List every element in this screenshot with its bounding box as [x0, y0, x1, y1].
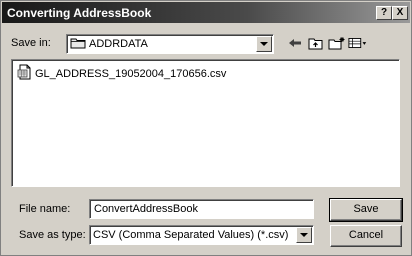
new-folder-button[interactable]: [327, 34, 347, 52]
save-in-row: Save in:: [11, 32, 51, 54]
save-in-label: Save in:: [11, 37, 51, 49]
save-as-type-dropdown[interactable]: CSV (Comma Separated Values) (*.csv): [89, 225, 314, 245]
save-as-type-value: CSV (Comma Separated Values) (*.csv): [93, 229, 289, 241]
close-button[interactable]: X: [392, 5, 408, 20]
csv-file-icon: [17, 64, 33, 83]
up-folder-icon: [308, 38, 323, 50]
list-item[interactable]: GL_ADDRESS_19052004_170656.csv: [17, 64, 226, 83]
view-menu-button[interactable]: [348, 34, 368, 52]
save-dialog: Converting AddressBook ? X Save in: ADDR…: [0, 0, 412, 256]
chevron-down-icon: [260, 42, 268, 46]
file-name-input[interactable]: ConvertAddressBook: [89, 199, 314, 219]
folder-icon: [70, 37, 86, 52]
cancel-button[interactable]: Cancel: [330, 225, 402, 247]
back-button[interactable]: [285, 34, 305, 52]
save-in-dropdown[interactable]: ADDRDATA: [66, 34, 274, 54]
view-list-icon: [348, 38, 367, 48]
up-folder-button[interactable]: [306, 34, 326, 52]
title-bar[interactable]: Converting AddressBook ? X: [2, 2, 410, 23]
back-arrow-icon: [289, 39, 301, 47]
chevron-down-icon: [300, 233, 308, 237]
save-in-dropdown-arrow[interactable]: [256, 36, 272, 52]
save-button[interactable]: Save: [329, 198, 403, 222]
help-button[interactable]: ?: [376, 5, 392, 20]
toolbar: [285, 34, 369, 52]
save-as-type-dropdown-arrow[interactable]: [296, 227, 312, 243]
save-as-type-label: Save as type:: [19, 229, 86, 241]
window-title: Converting AddressBook: [7, 5, 152, 20]
save-in-value: ADDRDATA: [89, 38, 148, 50]
file-name-label: File name:: [19, 203, 71, 215]
new-folder-icon: [328, 37, 345, 50]
file-name-label: GL_ADDRESS_19052004_170656.csv: [35, 67, 227, 80]
file-list[interactable]: GL_ADDRESS_19052004_170656.csv: [11, 59, 400, 187]
